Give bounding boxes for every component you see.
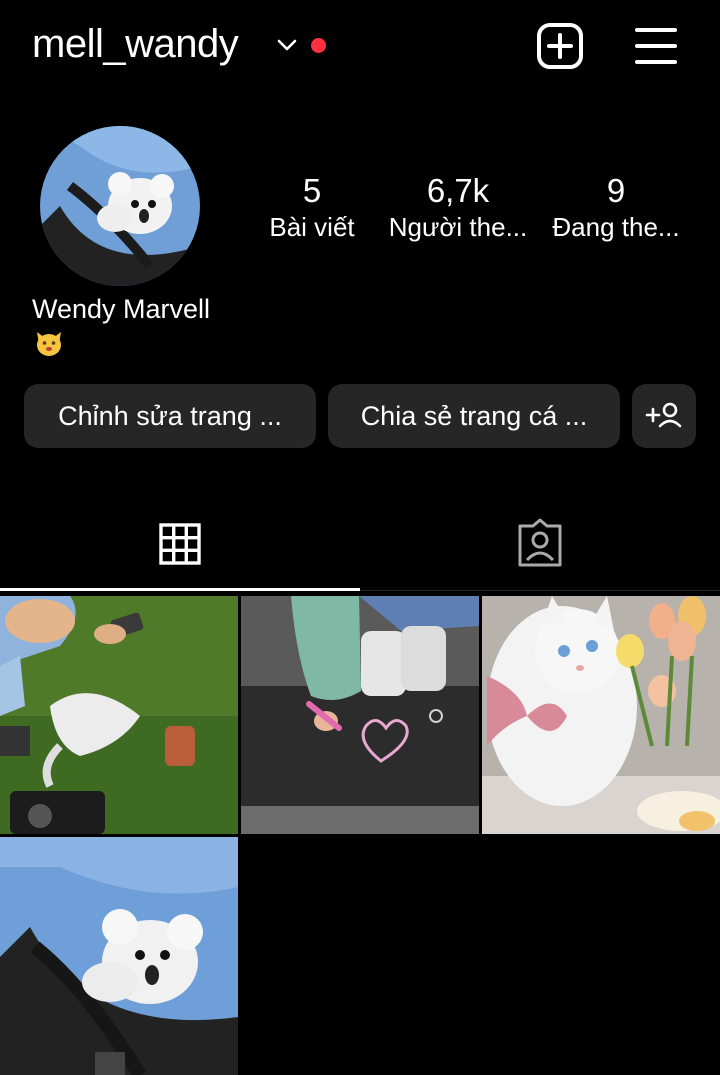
profile-avatar[interactable] [40,126,200,286]
stat-posts[interactable]: 5 Bài viết [232,172,392,244]
create-post-icon[interactable] [536,22,584,70]
menu-icon[interactable] [634,24,678,68]
edit-profile-button[interactable]: Chỉnh sửa trang ... [24,384,316,448]
top-bar: mell_wandy [0,0,720,95]
post-chalk-heart[interactable] [241,596,479,834]
stat-posts-label: Bài viết [269,212,355,242]
tagged-person-icon [518,518,562,567]
post-plush-bear[interactable] [0,837,238,1075]
username-switcher[interactable]: mell_wandy [32,22,239,67]
share-profile-button[interactable]: Chia sẻ trang cá ... [328,384,620,448]
stat-following[interactable]: 9 Đang the... [536,172,696,244]
cat-face-emoji [37,332,61,356]
stat-followers-label: Người the... [388,212,528,242]
profile-tabs [0,500,720,592]
posts-grid [0,596,720,1075]
stat-followers[interactable]: 6,7k Người the... [378,172,538,244]
tab-tagged[interactable] [360,500,720,592]
add-person-icon [645,402,682,428]
discover-people-button[interactable] [632,384,696,448]
stat-posts-value: 5 [302,172,322,209]
tab-posts-grid[interactable] [0,500,360,592]
active-tab-indicator [0,588,360,591]
chevron-down-icon[interactable] [276,36,298,54]
post-white-kitten[interactable] [482,596,720,834]
stat-following-label: Đang the... [552,212,680,242]
display-name: Wendy Marvell [32,294,211,324]
post-picnic-grass[interactable] [0,596,238,834]
grid-icon [159,523,201,565]
stat-following-value: 9 [606,172,626,209]
stat-followers-value: 6,7k [426,172,490,209]
notification-dot [311,38,326,53]
